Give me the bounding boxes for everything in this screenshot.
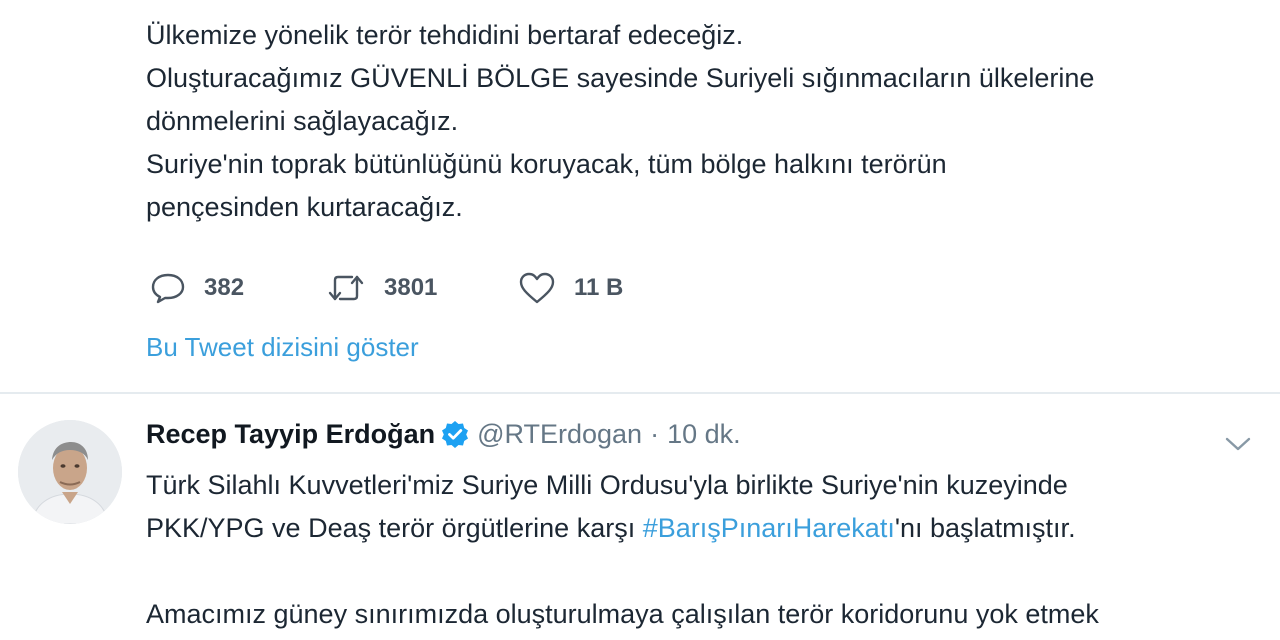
main-tweet[interactable]: Recep Tayyip Erdoğan @RTErdogan · 10 dk.… (0, 394, 1280, 640)
reply-icon (150, 271, 186, 305)
chevron-down-icon[interactable] (1222, 434, 1254, 454)
separator-dot: · (650, 418, 660, 449)
retweet-icon (326, 271, 366, 305)
previous-tweet[interactable]: Ülkemize yönelik terör tehdidini bertara… (0, 0, 1280, 392)
tweet-text-line: Suriye'nin toprak bütünlüğünü koruyacak,… (146, 149, 947, 179)
tweet-text-line: Türk Silahlı Kuvvetleri'miz Suriye Milli… (146, 470, 1068, 500)
author-name[interactable]: Recep Tayyip Erdoğan (146, 419, 435, 450)
tweet-text-segment: PKK/YPG ve Deaş terör örgütlerine karşı (146, 513, 643, 543)
tweet-text: Ülkemize yönelik terör tehdidini bertara… (146, 14, 1246, 229)
heart-icon (518, 271, 556, 305)
like-count: 11 B (574, 274, 624, 301)
reply-button[interactable]: 382 (150, 271, 326, 305)
retweet-count: 3801 (384, 274, 438, 301)
verified-badge-icon (441, 420, 469, 448)
tweet-text: Türk Silahlı Kuvvetleri'miz Suriye Milli… (146, 464, 1266, 636)
tweet-text-line: Ülkemize yönelik terör tehdidini bertara… (146, 20, 744, 50)
tweet-text-line: PKK/YPG ve Deaş terör örgütlerine karşı … (146, 507, 1266, 550)
show-thread-link[interactable]: Bu Tweet dizisini göster (146, 332, 419, 363)
tweet-timestamp[interactable]: 10 dk. (667, 419, 741, 450)
avatar[interactable] (18, 420, 122, 524)
hashtag-link[interactable]: #BarışPınarıHarekatı (643, 513, 895, 543)
retweet-button[interactable]: 3801 (326, 271, 518, 305)
tweet-text-segment: 'nı başlatmıştır. (894, 513, 1076, 543)
like-button[interactable]: 11 B (518, 271, 623, 305)
author-handle[interactable]: @RTErdogan (477, 419, 642, 450)
tweet-header: Recep Tayyip Erdoğan @RTErdogan · 10 dk. (146, 414, 741, 454)
tweet-actions: 382 3801 11 B (150, 268, 623, 308)
tweet-text-line: pençesinden kurtaracağız. (146, 192, 463, 222)
tweet-text-line: dönmelerini sağlayacağız. (146, 106, 459, 136)
tweet-text-line: Amacımız güney sınırımızda oluşturulmaya… (146, 599, 1099, 629)
tweet-text-line: Oluşturacağımız GÜVENLİ BÖLGE sayesinde … (146, 63, 1095, 93)
reply-count: 382 (204, 274, 245, 301)
